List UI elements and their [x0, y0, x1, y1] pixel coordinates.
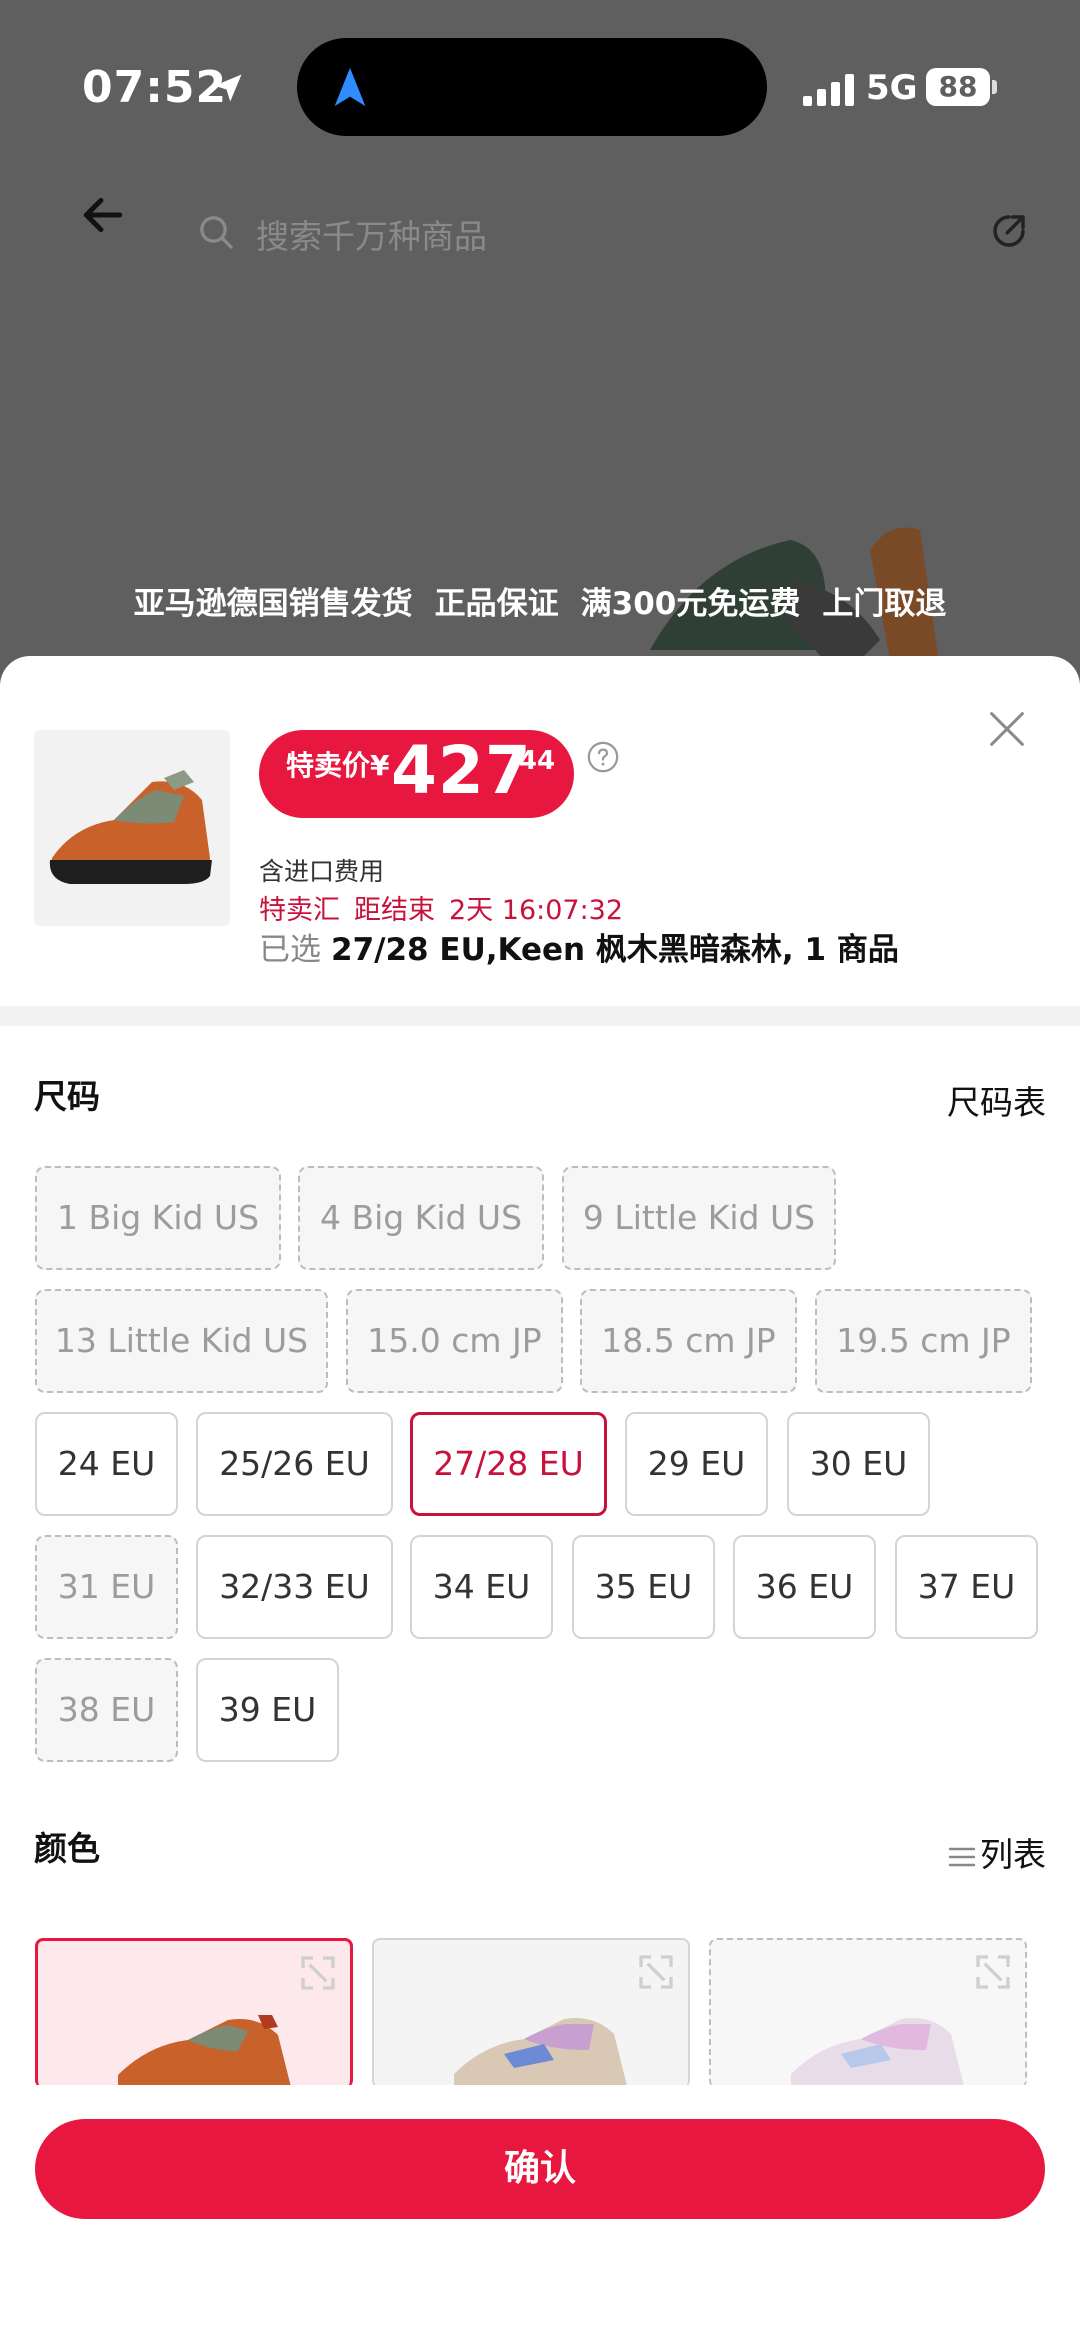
size-option[interactable]: 19.5 cm JP — [815, 1289, 1032, 1393]
service-badges: 亚马逊德国销售发货 正品保证 满300元免运费 上门取退 — [0, 578, 1080, 623]
price-badge: 特卖价¥ 427 .44 — [259, 730, 574, 818]
selected-summary: 已选 27/28 EU,Keen 枫木黑暗森林, 1 商品 — [259, 924, 899, 969]
size-chart-link[interactable]: 尺码表 — [947, 1076, 1046, 1124]
location-arrow-icon — [214, 74, 242, 102]
dynamic-island — [297, 38, 767, 136]
size-option[interactable]: 18.5 cm JP — [580, 1289, 797, 1393]
expand-icon[interactable] — [636, 1952, 676, 1992]
signal-icon — [803, 74, 854, 106]
shoe-swatch-image — [791, 2018, 965, 2088]
size-option[interactable]: 4 Big Kid US — [298, 1166, 544, 1270]
selected-prefix: 已选 — [259, 932, 321, 968]
size-option[interactable]: 29 EU — [625, 1412, 768, 1516]
section-divider — [0, 1006, 1080, 1026]
search-placeholder: 搜索千万种商品 — [256, 217, 487, 256]
size-option[interactable]: 32/33 EU — [196, 1535, 393, 1639]
search-bar[interactable]: 搜索千万种商品 — [196, 200, 696, 264]
product-thumbnail — [34, 730, 230, 926]
size-option[interactable]: 13 Little Kid US — [35, 1289, 328, 1393]
size-option[interactable]: 36 EU — [733, 1535, 876, 1639]
size-option[interactable]: 35 EU — [572, 1535, 715, 1639]
size-option[interactable]: 37 EU — [895, 1535, 1038, 1639]
navigation-arrow-icon — [334, 67, 366, 107]
price-decimal: .44 — [509, 746, 556, 776]
price-label: 特卖价¥ — [286, 749, 390, 782]
list-view-label: 列表 — [980, 1835, 1046, 1874]
size-option[interactable]: 39 EU — [196, 1658, 339, 1762]
shoe-thumbnail-image — [49, 770, 213, 884]
size-option-selected[interactable]: 27/28 EU — [410, 1412, 607, 1516]
size-option[interactable]: 30 EU — [787, 1412, 930, 1516]
close-icon[interactable] — [984, 706, 1030, 752]
size-option[interactable]: 34 EU — [410, 1535, 553, 1639]
list-icon — [948, 1847, 976, 1866]
color-section-title: 颜色 — [34, 1829, 100, 1868]
bottom-action-bar: 确认 — [0, 2085, 1080, 2348]
size-option[interactable]: 38 EU — [35, 1658, 178, 1762]
product-summary-sheet: 特卖价¥ 427 .44 含进口费用 特卖汇 距结束 2天 16:07:32 已选 2… — [0, 656, 1080, 1006]
list-view-toggle[interactable]: 列表 — [948, 1828, 1046, 1876]
size-section-title: 尺码 — [34, 1077, 100, 1116]
service-badge: 亚马逊德国销售发货 — [133, 586, 413, 622]
deal-countdown-time: 2天 16:07:32 — [449, 895, 624, 926]
size-option[interactable]: 9 Little Kid US — [562, 1166, 836, 1270]
expand-icon[interactable] — [298, 1953, 338, 1993]
size-option[interactable]: 31 EU — [35, 1535, 178, 1639]
shoe-swatch-image — [118, 2015, 292, 2088]
color-option[interactable] — [372, 1938, 690, 2088]
size-option[interactable]: 15.0 cm JP — [346, 1289, 563, 1393]
deal-countdown-label: 距结束 — [354, 895, 435, 926]
battery-level: 88 — [926, 68, 990, 106]
back-arrow-icon[interactable] — [78, 190, 128, 240]
service-badge: 正品保证 — [434, 586, 559, 622]
expand-icon[interactable] — [973, 1952, 1013, 1992]
size-option[interactable]: 25/26 EU — [196, 1412, 393, 1516]
deal-countdown: 特卖汇 距结束 2天 16:07:32 — [259, 888, 623, 927]
service-badge: 上门取退 — [822, 586, 947, 622]
selected-value: 27/28 EU,Keen 枫木黑暗森林, 1 商品 — [331, 932, 899, 968]
battery-tip — [992, 80, 997, 94]
help-icon[interactable] — [586, 740, 620, 774]
status-bar: 07:52 5G 88 — [0, 0, 1080, 170]
shoe-swatch-image — [454, 2018, 628, 2088]
search-icon — [200, 216, 233, 249]
size-option[interactable]: 1 Big Kid US — [35, 1166, 281, 1270]
confirm-button[interactable]: 确认 — [35, 2119, 1045, 2219]
network-type: 5G — [866, 68, 918, 108]
deal-name: 特卖汇 — [259, 895, 340, 926]
service-badge: 满300元免运费 — [580, 586, 801, 622]
color-option[interactable] — [709, 1938, 1027, 2088]
import-fee-note: 含进口费用 — [259, 857, 385, 886]
size-option[interactable]: 24 EU — [35, 1412, 178, 1516]
share-icon[interactable] — [988, 210, 1030, 252]
status-time: 07:52 — [82, 62, 228, 113]
color-option-selected[interactable] — [35, 1938, 353, 2088]
background-page: 07:52 5G 88 搜索千万种商品 亚马逊德国销售发货 正品保证 满300元免运… — [0, 0, 1080, 700]
